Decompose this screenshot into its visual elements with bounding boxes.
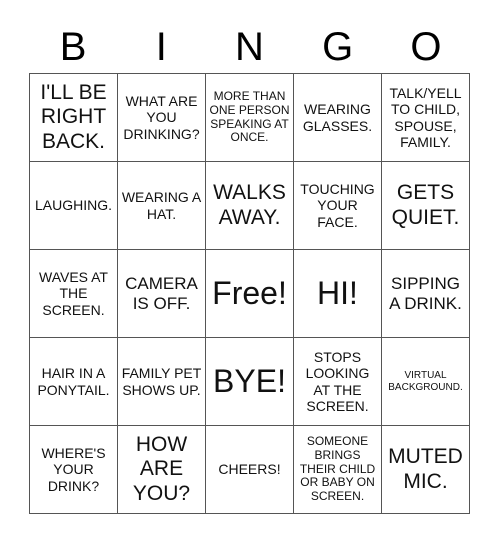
- bingo-cell-text: I'LL BE RIGHT BACK.: [40, 81, 107, 153]
- bingo-cell[interactable]: WALKS AWAY.: [206, 162, 294, 250]
- bingo-cell-text: TOUCHING YOUR FACE.: [300, 181, 375, 230]
- bingo-cell-text: WEARING A HAT.: [121, 189, 202, 222]
- bingo-cell-text: WEARING GLASSES.: [302, 101, 373, 134]
- bingo-cell-text: VIRTUAL BACKGROUND.: [388, 370, 463, 393]
- bingo-cell-text: WHAT ARE YOU DRINKING?: [123, 93, 200, 142]
- bingo-cell-text: HOW ARE YOU?: [132, 433, 191, 505]
- bingo-cell[interactable]: TALK/YELL TO CHILD, SPOUSE, FAMILY.: [382, 74, 470, 162]
- bingo-title: B I N G O: [29, 22, 470, 72]
- bingo-cell-text: LAUGHING.: [34, 197, 112, 214]
- bingo-cell-text: TALK/YELL TO CHILD, SPOUSE, FAMILY.: [389, 85, 462, 150]
- bingo-cell-text: WALKS AWAY.: [213, 181, 286, 229]
- bingo-cell[interactable]: I'LL BE RIGHT BACK.: [30, 74, 118, 162]
- bingo-cell[interactable]: HI!: [294, 250, 382, 338]
- bingo-cell-text: HI!: [317, 275, 358, 312]
- title-letter-n: N: [235, 25, 264, 69]
- bingo-cell-text: BYE!: [213, 363, 286, 400]
- bingo-cell-text: SOMEONE BRINGS THEIR CHILD OR BABY ON SC…: [299, 434, 376, 504]
- bingo-cell[interactable]: WEARING GLASSES.: [294, 74, 382, 162]
- bingo-card: I'LL BE RIGHT BACK. WHAT ARE YOU DRINKING…: [29, 73, 470, 514]
- bingo-cell[interactable]: LAUGHING.: [30, 162, 118, 250]
- bingo-cell[interactable]: WHAT ARE YOU DRINKING?: [118, 74, 206, 162]
- bingo-cell[interactable]: CAMERA IS OFF.: [118, 250, 206, 338]
- bingo-cell-text: WAVES AT THE SCREEN.: [39, 269, 108, 318]
- bingo-cell[interactable]: SIPPING A DRINK.: [382, 250, 470, 338]
- bingo-cell-text: CAMERA IS OFF.: [125, 273, 198, 313]
- bingo-cell-text: SIPPING A DRINK.: [389, 273, 462, 313]
- bingo-cell-text: MUTED MIC.: [388, 445, 463, 493]
- bingo-cell[interactable]: CHEERS!: [206, 426, 294, 514]
- bingo-cell[interactable]: SOMEONE BRINGS THEIR CHILD OR BABY ON SC…: [294, 426, 382, 514]
- bingo-cell[interactable]: GETS QUIET.: [382, 162, 470, 250]
- bingo-cell[interactable]: HAIR IN A PONYTAIL.: [30, 338, 118, 426]
- bingo-cell[interactable]: BYE!: [206, 338, 294, 426]
- free-space-cell[interactable]: Free!: [206, 250, 294, 338]
- title-letter-i: I: [155, 25, 167, 69]
- bingo-cell[interactable]: TOUCHING YOUR FACE.: [294, 162, 382, 250]
- bingo-cell-text: WHERE'S YOUR DRINK?: [41, 445, 106, 494]
- bingo-cell-text: STOPS LOOKING AT THE SCREEN.: [305, 349, 370, 414]
- bingo-cell[interactable]: FAMILY PET SHOWS UP.: [118, 338, 206, 426]
- title-letter-b: B: [59, 25, 87, 69]
- bingo-cell-text: CHEERS!: [218, 461, 281, 478]
- bingo-cell[interactable]: WEARING A HAT.: [118, 162, 206, 250]
- bingo-cell[interactable]: WHERE'S YOUR DRINK?: [30, 426, 118, 514]
- title-letter-g: G: [322, 25, 354, 69]
- bingo-cell[interactable]: WAVES AT THE SCREEN.: [30, 250, 118, 338]
- bingo-cell[interactable]: VIRTUAL BACKGROUND.: [382, 338, 470, 426]
- bingo-cell[interactable]: MORE THAN ONE PERSON SPEAKING AT ONCE.: [206, 74, 294, 162]
- bingo-cell-text: MORE THAN ONE PERSON SPEAKING AT ONCE.: [209, 88, 290, 145]
- bingo-cell-text: FAMILY PET SHOWS UP.: [121, 365, 202, 398]
- title-letter-o: O: [410, 25, 442, 69]
- bingo-cell[interactable]: STOPS LOOKING AT THE SCREEN.: [294, 338, 382, 426]
- bingo-cell[interactable]: HOW ARE YOU?: [118, 426, 206, 514]
- bingo-cell[interactable]: MUTED MIC.: [382, 426, 470, 514]
- bingo-cell-text: GETS QUIET.: [391, 181, 460, 229]
- bingo-cell-text: HAIR IN A PONYTAIL.: [37, 365, 110, 398]
- bingo-cell-text: Free!: [212, 275, 287, 312]
